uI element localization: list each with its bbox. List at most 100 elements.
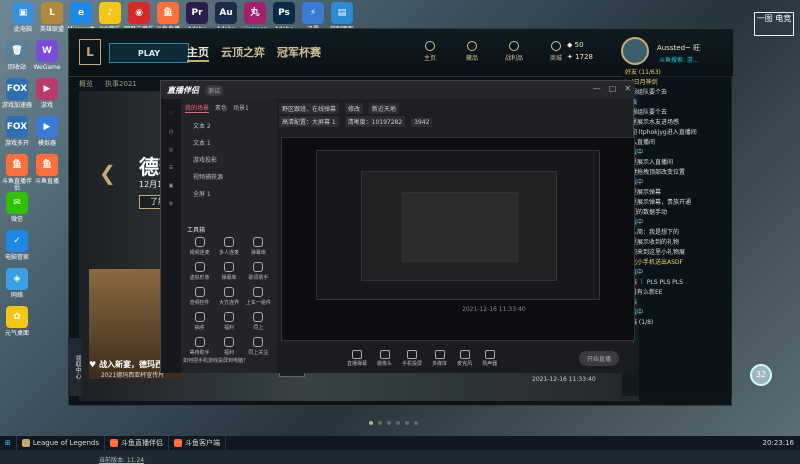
tool-loot[interactable]: 战利品: [503, 41, 525, 62]
store-icon: [551, 41, 561, 51]
bottom-tool-label: 摄像头: [377, 360, 393, 367]
desktop-icon[interactable]: ✿ 元气桌面: [0, 306, 34, 337]
desktop-icon-label: 斗鱼直播伴侣: [1, 178, 32, 192]
minimize-icon[interactable]: —: [593, 84, 601, 93]
toolbox-item[interactable]: 歌词助手: [244, 262, 273, 281]
subnav-overview[interactable]: 概览: [79, 79, 93, 89]
taskbar-app-label: League of Legends: [32, 439, 99, 447]
nav-tft[interactable]: 云顶之弈: [221, 44, 265, 62]
app-icon: ✓: [6, 230, 28, 252]
desktop-icon[interactable]: ▶ 模拟器: [30, 116, 64, 147]
toolbox-item[interactable]: 福利: [214, 337, 243, 356]
tool-icon: [223, 262, 234, 272]
toolbox-item[interactable]: 视频连麦: [185, 237, 214, 256]
scene-tab[interactable]: 素色: [215, 103, 227, 113]
toolbox-item[interactable]: 弹幕库: [244, 237, 273, 256]
rail-icon[interactable]: ▣: [161, 183, 181, 189]
desktop-icon-label: 游戏多开: [4, 140, 29, 147]
quality-chip[interactable]: 高清配置：大屏幕 1: [279, 116, 339, 127]
app-icon: W: [36, 40, 58, 62]
desktop-icon[interactable]: W WeGame: [30, 40, 64, 71]
toolbox-item[interactable]: 同上关注: [244, 337, 273, 356]
rail-icon[interactable]: ☰: [161, 165, 181, 171]
category-chip[interactable]: 新近天地: [368, 103, 399, 114]
scene-source-item[interactable]: 视频捕获源: [181, 168, 277, 185]
be-count: ◆ 50: [567, 41, 584, 49]
reward-center-tab[interactable]: 领取中心: [68, 338, 82, 396]
chat-message: 进入直播间: [625, 139, 656, 146]
pager-dot[interactable]: [396, 421, 400, 425]
scene-source-item[interactable]: 全屏 1: [181, 185, 277, 202]
desktop-icon[interactable]: ✓ 电脑管家: [0, 230, 34, 261]
scene-source-item[interactable]: 游戏投影: [181, 151, 277, 168]
rail-icon[interactable]: ♡: [161, 111, 181, 117]
desktop-icon-label: 此电脑: [13, 26, 32, 33]
profile-name: Aussted~ 旺: [657, 44, 701, 52]
desktop-icon[interactable]: FOX 游戏加速器: [0, 78, 34, 109]
desktop-icon[interactable]: 鱼斗鱼直播: [30, 154, 64, 185]
scene-tab[interactable]: 我的场景: [185, 103, 210, 113]
desktop-icon[interactable]: ◈ 网络: [0, 268, 34, 299]
chat-message: 看看有么新EE: [625, 289, 663, 296]
toolbox-item[interactable]: 抽奖: [185, 312, 214, 331]
profile-avatar[interactable]: [621, 37, 649, 65]
pager-dot[interactable]: [387, 421, 391, 425]
tool-icon: [253, 312, 264, 322]
scene-source-item[interactable]: 文本 1: [181, 134, 277, 151]
start-button[interactable]: ⊞: [0, 436, 17, 450]
taskbar-app[interactable]: 斗鱼直播伴侣: [105, 436, 169, 450]
help-notice[interactable]: 如何把手机游戏投屏到电脑？: [183, 357, 248, 364]
toolbox-item[interactable]: 音频控件: [185, 287, 214, 306]
bottom-tool-button[interactable]: 直播弹幕: [347, 349, 367, 367]
nav-home[interactable]: 主页: [187, 44, 209, 62]
rail-icon[interactable]: ⚙: [161, 201, 181, 207]
desktop-icon[interactable]: FOX 游戏多开: [0, 116, 34, 147]
bottom-tool-button[interactable]: 麦克风: [457, 349, 472, 367]
toolbox-item[interactable]: 同上: [244, 312, 273, 331]
bottom-tool-button[interactable]: 多媒体: [432, 349, 447, 367]
desktop-icon-label: 斗鱼直播: [34, 178, 59, 185]
bottom-tool-button[interactable]: 摄像头: [377, 349, 393, 367]
scene-tab[interactable]: 场景1: [233, 103, 249, 113]
app-icon: ▶: [36, 116, 58, 138]
desktop-icon[interactable]: ✉ 微信: [0, 192, 34, 223]
nav-clash[interactable]: 冠军杯赛: [277, 44, 321, 62]
pager-dot[interactable]: [378, 421, 382, 425]
version-link[interactable]: 当前版本: 11.24: [99, 455, 144, 464]
chevron-left-icon[interactable]: ❮: [99, 161, 116, 185]
nested-preview-3: [402, 192, 518, 262]
taskbar-app[interactable]: League of Legends: [17, 436, 105, 450]
close-icon[interactable]: ✕: [624, 84, 631, 93]
toolbox-item[interactable]: 等待助手: [185, 337, 214, 356]
subnav-event[interactable]: 执事2021: [105, 79, 137, 89]
desktop-icon[interactable]: ▶ 游戏: [30, 78, 64, 109]
desktop-icon[interactable]: 鱼斗鱼直播伴侣: [0, 154, 34, 192]
toolbox-item[interactable]: 大方连界: [214, 287, 243, 306]
tool-collection[interactable]: 藏品: [461, 41, 483, 62]
toolbox-item[interactable]: 多人连麦: [214, 237, 243, 256]
rail-icon[interactable]: ◷: [161, 129, 181, 135]
taskbar-app[interactable]: 斗鱼客户端: [169, 436, 226, 450]
play-button[interactable]: PLAY: [109, 43, 189, 63]
scene-source-item[interactable]: 文本 2: [181, 117, 277, 134]
maximize-icon[interactable]: □: [609, 84, 617, 93]
nested-preview-2: [361, 171, 557, 281]
bottom-tool-button[interactable]: 手机投屏: [402, 349, 422, 367]
rail-icon[interactable]: ◎: [161, 147, 181, 153]
toolbox-item[interactable]: 弹幕库: [214, 262, 243, 281]
toolbox-item[interactable]: 虚拟形象: [185, 262, 214, 281]
start-stream-button[interactable]: 开始直播: [578, 351, 619, 366]
pager-dot[interactable]: [405, 421, 409, 425]
taskbar-app-icon: [21, 439, 30, 447]
toolbox-item[interactable]: 上车一组件: [244, 287, 273, 306]
app-icon: e: [70, 2, 92, 24]
pager-dot[interactable]: [414, 421, 418, 425]
pager-dot[interactable]: [369, 421, 373, 425]
tool-store[interactable]: 商城: [545, 41, 567, 62]
toolbox-item[interactable]: 福利: [214, 312, 243, 331]
desktop-icon[interactable]: 🗑 回收站: [0, 40, 34, 71]
viewer-count-avatar[interactable]: 32: [750, 364, 772, 386]
bottom-tool-button[interactable]: 扬声器: [482, 349, 497, 367]
edit-button[interactable]: 修改: [344, 103, 363, 114]
tool-home[interactable]: 主页: [419, 41, 441, 62]
